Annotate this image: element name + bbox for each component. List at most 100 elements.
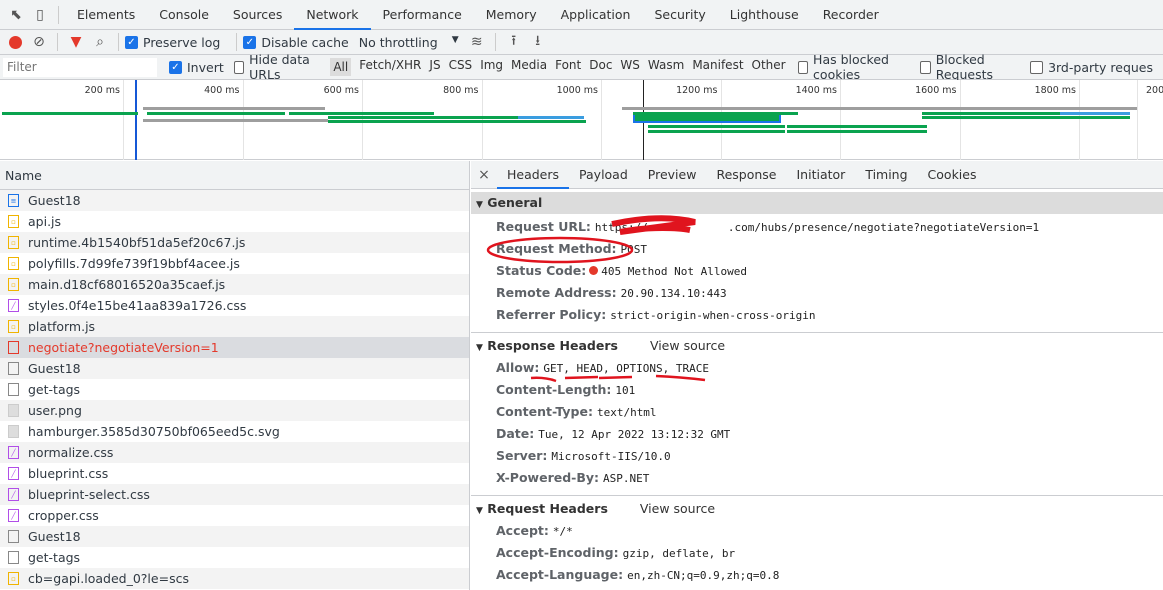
request-view-source-link[interactable]: View source xyxy=(640,501,715,516)
has-blocked-cookies-checkbox[interactable]: Has blocked cookies xyxy=(797,52,911,82)
general-section-header[interactable]: ▼ General xyxy=(471,192,1163,214)
tab-performance[interactable]: Performance xyxy=(371,0,474,30)
details-tab-response[interactable]: Response xyxy=(706,161,786,189)
filter-type-media[interactable]: Media xyxy=(511,58,547,76)
request-row[interactable]: ▫ runtime.4b1540bf51da5ef20c67.js xyxy=(0,232,469,253)
request-row[interactable]: ╱ cropper.css xyxy=(0,505,469,526)
tab-sources[interactable]: Sources xyxy=(221,0,294,30)
details-tab-initiator[interactable]: Initiator xyxy=(787,161,856,189)
details-tab-preview[interactable]: Preview xyxy=(638,161,707,189)
details-tab-headers[interactable]: Headers xyxy=(497,161,570,189)
import-har-icon[interactable]: ⭱ xyxy=(502,30,526,54)
filter-type-img[interactable]: Img xyxy=(480,58,503,76)
request-name: polyfills.7d99fe739f19bbf4acee.js xyxy=(28,256,240,271)
invert-checkbox[interactable]: ✓ Invert xyxy=(169,60,224,75)
request-row[interactable]: ≡ Guest18 xyxy=(0,190,469,211)
header-name: X-Powered-By: xyxy=(496,470,600,485)
third-party-label: 3rd-party reques xyxy=(1048,59,1154,75)
close-details-icon[interactable]: × xyxy=(471,167,497,183)
request-row[interactable]: user.png xyxy=(0,400,469,421)
invert-label: Invert xyxy=(187,59,224,75)
response-headers-list: Allow: GET, HEAD, OPTIONS, TRACE Content-… xyxy=(471,357,1163,489)
filter-type-css[interactable]: CSS xyxy=(449,58,473,76)
filter-type-other[interactable]: Other xyxy=(752,58,786,76)
timeline-bar xyxy=(622,107,1137,110)
header-row: Server: Microsoft-IIS/10.0 xyxy=(471,445,1163,467)
blocked-requests-checkbox[interactable]: Blocked Requests xyxy=(920,52,1020,82)
details-tab-payload[interactable]: Payload xyxy=(569,161,638,189)
filter-type-js[interactable]: JS xyxy=(429,58,440,76)
record-button[interactable] xyxy=(3,35,27,49)
response-view-source-link[interactable]: View source xyxy=(650,338,725,353)
referrer-policy-row: Referrer Policy: strict-origin-when-cros… xyxy=(471,304,1163,326)
tab-console[interactable]: Console xyxy=(147,0,221,30)
doc-file-icon: ≡ xyxy=(8,194,19,207)
filter-icon[interactable]: ▼ xyxy=(64,34,88,50)
request-row[interactable]: ╱ blueprint.css xyxy=(0,463,469,484)
check-icon: ✓ xyxy=(169,60,182,74)
filter-type-manifest[interactable]: Manifest xyxy=(692,58,743,76)
tab-elements[interactable]: Elements xyxy=(65,0,147,30)
request-row[interactable]: ▫ main.d18cf68016520a35caef.js xyxy=(0,274,469,295)
network-overview-timeline[interactable]: 200 ms 400 ms 600 ms 800 ms 1000 ms 1200 ms 14… xyxy=(0,80,1163,160)
request-headers-header[interactable]: ▼ Request Headers View source xyxy=(471,498,1163,520)
clear-icon[interactable]: ⊘ xyxy=(27,34,51,50)
search-icon[interactable]: ⌕ xyxy=(88,34,112,50)
details-tab-timing[interactable]: Timing xyxy=(855,161,917,189)
timeline-bar xyxy=(922,116,1130,119)
request-row[interactable]: get-tags xyxy=(0,547,469,568)
filter-type-all[interactable]: All xyxy=(330,58,352,76)
request-row[interactable]: hamburger.3585d30750bf065eed5c.svg xyxy=(0,421,469,442)
header-name: Accept-Language: xyxy=(496,567,624,582)
request-row[interactable]: ╱ normalize.css xyxy=(0,442,469,463)
filter-type-wasm[interactable]: Wasm xyxy=(648,58,684,76)
filter-input[interactable] xyxy=(3,57,157,77)
tab-recorder[interactable]: Recorder xyxy=(811,0,891,30)
request-row[interactable]: ▫ polyfills.7d99fe739f19bbf4acee.js xyxy=(0,253,469,274)
tab-security[interactable]: Security xyxy=(642,0,717,30)
export-har-icon[interactable]: ⭳ xyxy=(526,30,550,54)
throttling-select[interactable]: No throttling ▼ xyxy=(359,35,459,50)
request-row[interactable]: get-tags xyxy=(0,379,469,400)
preserve-log-checkbox[interactable]: ✓ Preserve log xyxy=(125,35,220,50)
referrer-policy-value: strict-origin-when-cross-origin xyxy=(610,309,816,322)
request-row[interactable]: Guest18 xyxy=(0,526,469,547)
request-method-value: POST xyxy=(620,243,648,256)
filter-type-doc[interactable]: Doc xyxy=(589,58,612,76)
request-name: blueprint-select.css xyxy=(28,487,150,502)
request-url-suffix: .com/hubs/presence/negotiate?negotiateVe… xyxy=(727,221,1040,234)
tick-label: 200 xyxy=(1146,85,1163,96)
tab-application[interactable]: Application xyxy=(549,0,643,30)
name-column-header[interactable]: Name xyxy=(0,161,469,190)
tab-memory[interactable]: Memory xyxy=(474,0,549,30)
inspect-element-icon[interactable]: ⬉ xyxy=(4,7,28,23)
tick-label: 800 ms xyxy=(443,85,479,96)
request-row[interactable]: Guest18 xyxy=(0,358,469,379)
hide-data-urls-label: Hide data URLs xyxy=(249,52,310,82)
request-list-panel: Name ≡ Guest18 ▫ api.js ▫ runtime.4b1540bf51d… xyxy=(0,161,470,590)
request-row[interactable]: ╱ blueprint-select.css xyxy=(0,484,469,505)
filter-type-ws[interactable]: WS xyxy=(620,58,639,76)
request-row[interactable]: ▫ cb=gapi.loaded_0?le=scs xyxy=(0,568,469,589)
request-row[interactable]: ╱ styles.0f4e15be41aa839a1726.css xyxy=(0,295,469,316)
timeline-tick: 1000 ms xyxy=(557,80,602,160)
request-row[interactable]: ▫ api.js xyxy=(0,211,469,232)
filter-type-font[interactable]: Font xyxy=(555,58,581,76)
request-name: negotiate?negotiateVersion=1 xyxy=(28,340,219,355)
divider xyxy=(118,33,119,51)
third-party-requests-checkbox[interactable]: 3rd-party reques xyxy=(1030,60,1153,75)
request-name: Guest18 xyxy=(28,529,81,544)
network-conditions-icon[interactable]: ≋ xyxy=(465,34,489,50)
hide-data-urls-checkbox[interactable]: Hide data URLs xyxy=(233,52,323,82)
tab-network[interactable]: Network xyxy=(294,0,371,30)
tab-lighthouse[interactable]: Lighthouse xyxy=(718,0,811,30)
device-toolbar-icon[interactable]: ▯ xyxy=(28,7,52,23)
response-headers-header[interactable]: ▼ Response Headers View source xyxy=(471,335,1163,357)
request-row[interactable]: ▫ platform.js xyxy=(0,316,469,337)
filter-type-fetch-xhr[interactable]: Fetch/XHR xyxy=(359,58,421,76)
header-value: ASP.NET xyxy=(603,472,650,485)
details-tab-cookies[interactable]: Cookies xyxy=(918,161,987,189)
js-file-icon: ▫ xyxy=(8,572,19,585)
disable-cache-checkbox[interactable]: ✓ Disable cache xyxy=(243,35,349,50)
request-row[interactable]: negotiate?negotiateVersion=1 xyxy=(0,337,469,358)
